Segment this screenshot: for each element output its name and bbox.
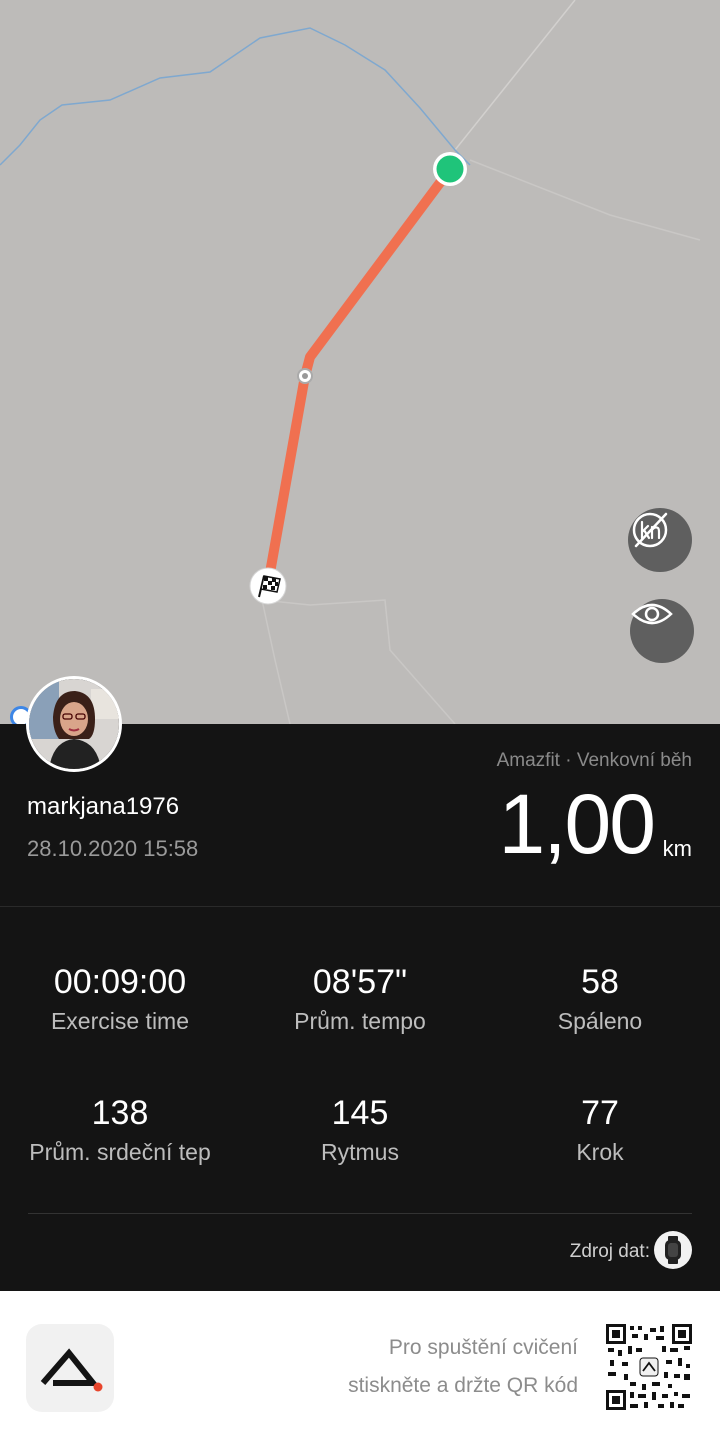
user-photo <box>29 679 119 769</box>
stat-value: 138 <box>91 1094 149 1132</box>
route-line <box>263 167 453 589</box>
stat-calories: 58 Spáleno <box>480 962 720 1036</box>
map-canvas <box>0 0 701 724</box>
workout-source-type: Amazfit · Venkovní běh <box>496 750 692 771</box>
watch-icon <box>654 1231 692 1269</box>
username: markjana1976 <box>27 793 180 820</box>
eye-icon <box>631 603 673 625</box>
stat-value: 77 <box>581 1094 619 1132</box>
qr-instructions-line2: stiskněte a držte QR kód <box>348 1374 578 1397</box>
stat-value: 58 <box>581 963 619 1001</box>
divider <box>0 906 720 907</box>
stat-label: Spáleno <box>557 1008 643 1034</box>
km-markers-off-icon <box>632 512 668 548</box>
stat-value: 145 <box>331 1094 389 1132</box>
qr-code-icon[interactable] <box>606 1324 692 1410</box>
share-footer: Pro spuštění cvičení stiskněte a držte Q… <box>0 1285 720 1436</box>
distance-unit: km <box>662 836 692 861</box>
qr-instructions-line1: Pro spuštění cvičení <box>388 1336 578 1359</box>
stat-value: 00:09:00 <box>53 963 187 1001</box>
km-markers-toggle-button[interactable] <box>628 508 692 572</box>
divider <box>28 1213 692 1214</box>
avatar[interactable] <box>26 676 122 772</box>
amazfit-logo-icon <box>26 1324 114 1412</box>
stat-cadence: 145 Rytmus <box>240 1093 480 1167</box>
distance-value: 1,00 <box>498 777 656 871</box>
stat-label: Exercise time <box>50 1008 190 1034</box>
qr-instructions: Pro spuštění cvičení stiskněte a držte Q… <box>348 1329 578 1405</box>
stat-label: Rytmus <box>321 1139 399 1165</box>
stat-avg-heart-rate: 138 Prům. srdeční tep <box>0 1093 240 1167</box>
stat-avg-pace: 08'57" Prům. tempo <box>240 962 480 1036</box>
checkered-flag-icon <box>249 567 287 605</box>
stat-label: Prům. srdeční tep <box>29 1139 211 1165</box>
stat-stride: 77 Krok <box>480 1093 720 1167</box>
stat-exercise-time: 00:09:00 Exercise time <box>0 962 240 1036</box>
stat-label: Krok <box>576 1139 624 1165</box>
data-source-label: Zdroj dat: <box>569 1241 650 1262</box>
stat-value: 08'57" <box>312 963 408 1001</box>
route-map[interactable] <box>0 0 720 724</box>
workout-datetime: 28.10.2020 15:58 <box>27 836 199 861</box>
map-visibility-button[interactable] <box>630 599 694 663</box>
stat-label: Prům. tempo <box>294 1008 426 1034</box>
